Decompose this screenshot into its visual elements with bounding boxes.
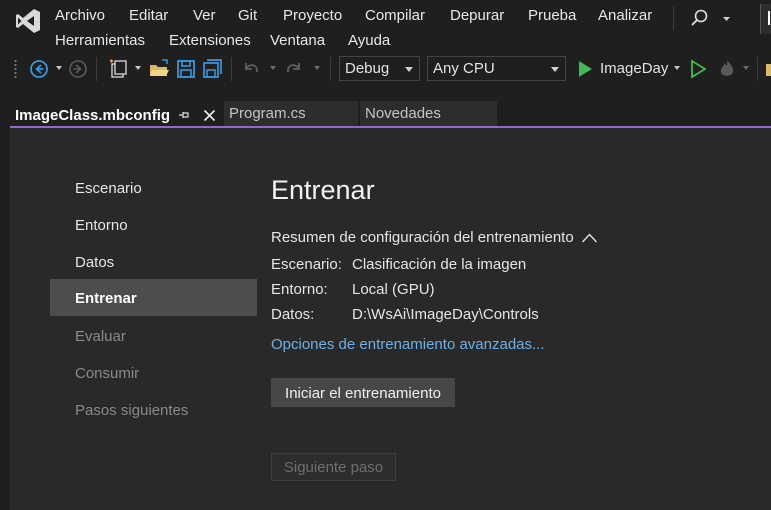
menu-ayuda[interactable]: Ayuda (348, 32, 390, 49)
summary-value-escenario: Clasificación de la imagen (352, 256, 527, 273)
vs-logo-icon (16, 9, 40, 33)
sidebar-item-evaluar: Evaluar (50, 317, 257, 354)
tab-imageclass-mbconfig[interactable]: ImageClass.mbconfig (10, 101, 224, 126)
sidebar-item-entorno[interactable]: Entorno (50, 206, 257, 243)
sidebar-item-label: Entorno (75, 217, 128, 234)
back-icon[interactable] (28, 58, 50, 80)
tab-label: Program.cs (229, 105, 306, 122)
configuration-value: Debug (345, 60, 390, 77)
sidebar-item-label: Pasos siguientes (75, 402, 189, 419)
folder-icon[interactable] (764, 58, 771, 80)
sidebar-item-label: Datos (75, 254, 115, 271)
sidebar-item-label: Consumir (75, 365, 140, 382)
redo-icon[interactable] (283, 58, 305, 80)
new-project-dropdown-arrow[interactable] (135, 66, 141, 70)
toolbar-grip[interactable] (14, 59, 17, 79)
chevron-down-icon (405, 67, 413, 72)
menu-editar[interactable]: Editar (129, 7, 168, 24)
startup-project-label[interactable]: ImageDay (600, 60, 668, 77)
summary-value-entorno: Local (GPU) (352, 281, 435, 298)
sidebar-item-label: Entrenar (75, 290, 137, 307)
tab-program-cs[interactable]: Program.cs (224, 101, 358, 126)
back-dropdown-arrow[interactable] (56, 66, 62, 70)
save-all-icon[interactable] (201, 58, 223, 80)
summary-key-entorno: Entorno: (271, 281, 328, 298)
start-without-debug-icon[interactable] (687, 58, 709, 80)
hot-reload-dropdown-arrow[interactable] (743, 66, 749, 70)
hot-reload-icon[interactable] (716, 58, 738, 80)
undo-icon[interactable] (240, 58, 262, 80)
menu-analizar[interactable]: Analizar (598, 7, 652, 24)
menu-extensiones[interactable]: Extensiones (169, 32, 251, 49)
menu-ventana[interactable]: Ventana (270, 32, 325, 49)
model-builder-panel: Escenario Entorno Datos Entrenar Evaluar… (10, 128, 771, 510)
tab-novedades[interactable]: Novedades (360, 101, 497, 126)
summary-value-datos: D:\WsAi\ImageDay\Controls (352, 306, 539, 323)
tab-label: ImageClass.mbconfig (15, 107, 171, 124)
close-icon[interactable] (203, 109, 216, 122)
new-project-icon[interactable] (107, 58, 129, 80)
title-search-box[interactable] (760, 4, 771, 34)
toolbar-separator (96, 57, 97, 81)
summary-key-escenario: Escenario: (271, 256, 342, 273)
page-title: Entrenar (271, 175, 375, 205)
redo-dropdown-arrow[interactable] (314, 66, 320, 70)
chevron-down-icon (551, 67, 559, 72)
open-folder-icon[interactable] (148, 58, 170, 80)
undo-dropdown-arrow[interactable] (270, 66, 276, 70)
menu-archivo[interactable]: Archivo (55, 7, 105, 24)
toolbar-separator (330, 57, 331, 81)
toolbar-separator (757, 57, 758, 81)
sidebar-item-pasos-siguientes: Pasos siguientes (50, 391, 257, 428)
menu-prueba[interactable]: Prueba (528, 7, 576, 24)
startup-dropdown-arrow[interactable] (674, 66, 680, 70)
title-bar: Archivo Editar Ver Git Proyecto Compilar… (0, 0, 771, 51)
summary-key-datos: Datos: (271, 306, 315, 323)
standard-toolbar: Debug Any CPU ImageDay (0, 51, 771, 87)
next-step-button[interactable]: Siguiente paso (271, 453, 396, 481)
platform-value: Any CPU (433, 60, 495, 77)
menu-git[interactable]: Git (238, 7, 257, 24)
search-icon (691, 9, 730, 26)
menu-compilar[interactable]: Compilar (365, 7, 425, 24)
search-button[interactable] (688, 8, 738, 30)
menu-proyecto[interactable]: Proyecto (283, 7, 342, 24)
start-debug-icon[interactable] (574, 58, 596, 80)
pin-icon[interactable] (178, 109, 190, 121)
document-tab-strip: ImageClass.mbconfig Program.cs Novedades (0, 87, 771, 127)
summary-heading[interactable]: Resumen de configuración del entrenamien… (271, 229, 574, 246)
sidebar-item-consumir: Consumir (50, 354, 257, 391)
sidebar-item-label: Evaluar (75, 328, 126, 345)
forward-icon[interactable] (67, 58, 89, 80)
menu-herramientas[interactable]: Herramientas (55, 32, 145, 49)
sidebar-item-entrenar[interactable]: Entrenar (50, 279, 257, 316)
sidebar-item-label: Escenario (75, 180, 142, 197)
menu-separator (673, 6, 674, 30)
sidebar-item-escenario[interactable]: Escenario (50, 169, 257, 206)
menu-ver[interactable]: Ver (193, 7, 216, 24)
sidebar-item-datos[interactable]: Datos (50, 243, 257, 280)
save-icon[interactable] (175, 58, 197, 80)
advanced-training-options-link[interactable]: Opciones de entrenamiento avanzadas... (271, 336, 545, 353)
toolbar-separator (231, 57, 232, 81)
configuration-dropdown[interactable]: Debug (339, 56, 420, 81)
tab-label: Novedades (365, 105, 441, 122)
chevron-up-icon[interactable] (581, 232, 598, 244)
menu-depurar[interactable]: Depurar (450, 7, 504, 24)
platform-dropdown[interactable]: Any CPU (427, 56, 566, 81)
start-training-button[interactable]: Iniciar el entrenamiento (271, 378, 455, 407)
